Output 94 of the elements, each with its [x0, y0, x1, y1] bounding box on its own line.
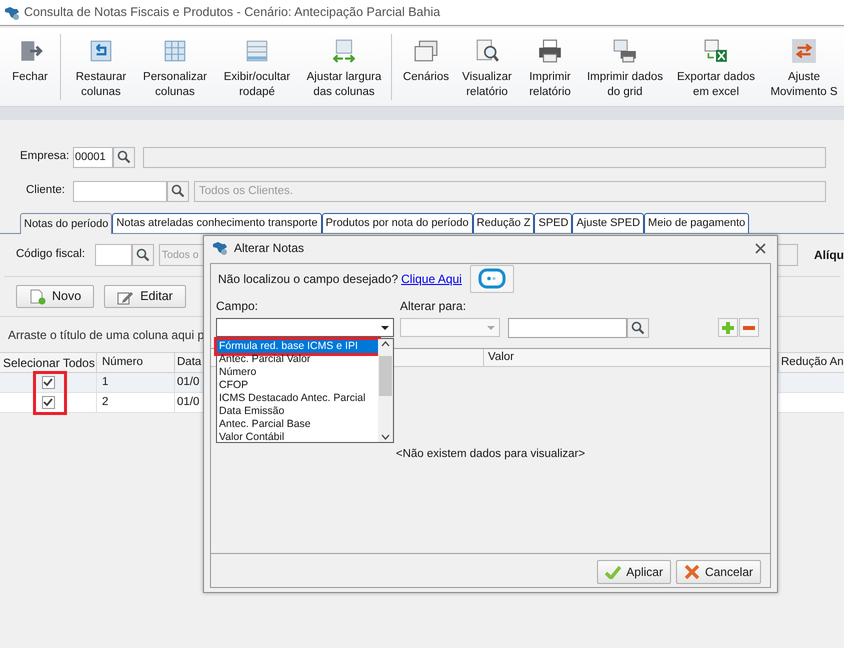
dropdown-arrow-icon	[381, 326, 389, 330]
table-cell: 2	[97, 393, 175, 412]
chat-button[interactable]	[470, 265, 514, 293]
search-icon	[171, 184, 185, 198]
aliquota-label: Alíqu	[814, 247, 844, 264]
search-icon	[136, 248, 150, 262]
empresa-field[interactable]: 00001	[73, 146, 113, 168]
dialog-title: Alterar Notas	[234, 240, 304, 257]
toolbar-icon	[331, 38, 357, 64]
row-checkbox[interactable]	[42, 396, 54, 409]
scroll-down-icon	[381, 434, 390, 440]
plus-icon	[721, 320, 735, 334]
app-logo-icon	[212, 241, 228, 255]
toolbar-icon	[413, 38, 439, 64]
codigo-fiscal-field[interactable]	[94, 244, 132, 266]
tab[interactable]: Notas do período	[20, 213, 112, 234]
column-header[interactable]: Selecionar Todos	[0, 353, 97, 372]
scroll-up-icon	[381, 341, 390, 347]
toolbar-button[interactable]: Personalizar colunas	[137, 34, 213, 100]
dropdown-option[interactable]: ICMS Destacado Antec. Parcial	[217, 392, 378, 405]
toolbar-icon	[162, 38, 188, 64]
toolbar-button[interactable]: Ajustar largura das colunas	[301, 34, 387, 100]
dropdown-option[interactable]: Número	[217, 366, 378, 379]
tab[interactable]: Meio de pagamento	[644, 213, 750, 233]
toolbar-icon	[88, 38, 114, 64]
checkmark-icon	[605, 565, 622, 579]
toolbar-icon	[474, 38, 500, 64]
toolbar-button[interactable]: Cenários	[396, 34, 456, 100]
search-button[interactable]	[113, 146, 135, 168]
empty-message: <Não existem dados para visualizar>	[396, 447, 586, 462]
dropdown-option[interactable]: Antec. Parcial Valor	[217, 353, 378, 366]
column-header[interactable]: Redução An	[779, 353, 844, 372]
toolbar-icon	[612, 38, 638, 64]
column-header[interactable]: Valor	[484, 349, 770, 366]
cliente-description-field[interactable]: Todos os Clientes.	[194, 180, 826, 202]
cliente-label: Cliente:	[25, 183, 66, 198]
window-title: Consulta de Notas Fiscais e Produtos - Cenário: Antecipação Parcial Bahia	[24, 4, 440, 22]
table-cell-text: 01/0	[176, 394, 200, 410]
action-button[interactable]: Novo	[16, 285, 94, 308]
cross-icon	[684, 565, 700, 579]
search-button[interactable]	[627, 318, 649, 338]
close-button[interactable]	[753, 241, 767, 255]
column-header[interactable]: Número	[97, 353, 175, 372]
dialog-button[interactable]: Cancelar	[676, 560, 761, 584]
toolbar-button[interactable]: Visualizar relatório	[456, 34, 518, 100]
toolbar-button[interactable]: Imprimir relatório	[518, 34, 582, 100]
toolbar-icon	[244, 38, 270, 64]
dialog-button[interactable]: Aplicar	[597, 560, 671, 584]
dropdown-option[interactable]: Antec. Parcial Base	[217, 418, 378, 431]
toolbar-icon	[537, 38, 563, 64]
codigo-fiscal-label: Código fiscal:	[16, 247, 86, 262]
dropdown-arrow-icon	[487, 326, 495, 330]
app-logo-icon	[4, 6, 20, 20]
tab[interactable]: Produtos por nota do período	[322, 213, 473, 233]
toolbar-button[interactable]: Restaurar colunas	[65, 34, 137, 100]
empresa-label: Empresa:	[20, 149, 68, 164]
help-link[interactable]: Clique Aqui	[401, 270, 462, 288]
row-checkbox[interactable]	[42, 376, 54, 389]
action-button[interactable]: Editar	[104, 285, 186, 308]
alterar-para-label: Alterar para:	[400, 299, 468, 314]
toolbar-button[interactable]: Imprimir dados do grid	[582, 34, 668, 100]
hint-text: Não localizou o campo desejado?	[218, 271, 398, 288]
toolbar-button[interactable]: Ajuste Movimento S	[764, 34, 844, 100]
campo-combobox[interactable]	[216, 318, 394, 337]
tab[interactable]: SPED	[534, 213, 572, 233]
search-icon	[117, 150, 131, 164]
table-cell-text: 01/0	[176, 374, 200, 390]
check-icon	[43, 378, 53, 387]
dropdown-option[interactable]: Valor Contábil	[217, 431, 378, 444]
dropdown-option[interactable]: Data Emissão	[217, 405, 378, 418]
dropdown-option[interactable]: Fórmula red. base ICMS e IPI	[217, 340, 378, 353]
toolbar-button[interactable]: Exportar dados em excel	[668, 34, 764, 100]
new-document-icon	[29, 288, 47, 304]
toolbar-icon	[791, 38, 817, 64]
tab[interactable]: Notas atreladas conhecimento transporte	[112, 213, 322, 233]
table-cell: 1	[97, 373, 175, 392]
search-icon	[631, 321, 645, 335]
chat-icon	[478, 268, 506, 290]
highlight-frame	[33, 371, 67, 415]
remove-button[interactable]	[739, 318, 759, 337]
cliente-field[interactable]	[73, 180, 167, 202]
toolbar-button[interactable]: Exibir/ocultar rodapé	[213, 34, 301, 100]
scrollbar[interactable]	[378, 339, 393, 442]
tab[interactable]: Ajuste SPED	[572, 213, 644, 233]
check-icon	[43, 398, 53, 407]
toolbar-icon	[703, 38, 729, 64]
search-button[interactable]	[132, 244, 154, 266]
tab[interactable]: Redução Z	[472, 213, 534, 233]
value-field[interactable]	[508, 318, 627, 338]
close-icon	[754, 242, 766, 254]
campo-label: Campo:	[216, 299, 260, 314]
toolbar-button[interactable]: Fechar	[4, 34, 56, 100]
search-button[interactable]	[167, 180, 189, 202]
dropdown-option[interactable]: CFOP	[217, 379, 378, 392]
